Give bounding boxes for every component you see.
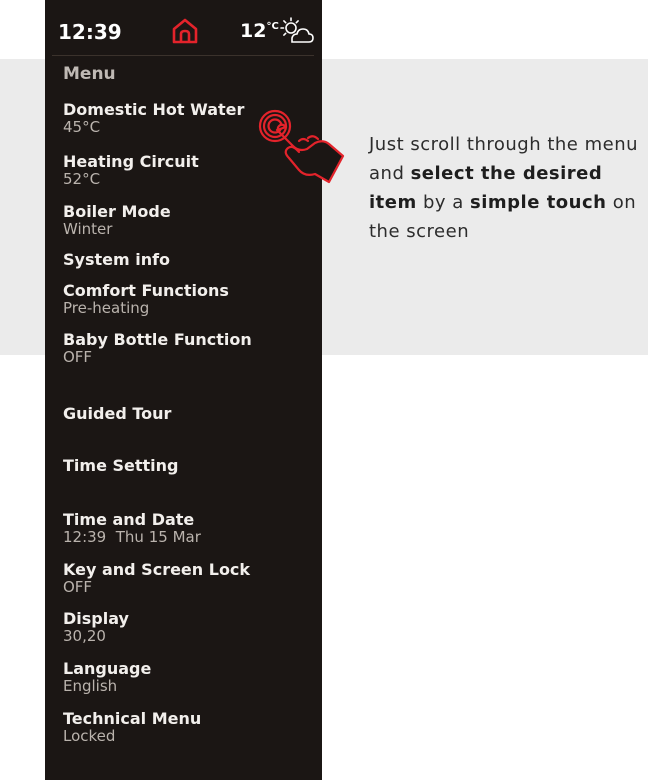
menu-item-time-setting[interactable]: Time Setting [63, 457, 313, 475]
menu-item-comfort-functions[interactable]: Comfort Functions Pre-heating [63, 281, 313, 317]
partly-cloudy-sun-icon [280, 17, 314, 43]
callout-emphasis-touch: simple touch [470, 192, 607, 213]
menu-item-label: System info [63, 250, 171, 269]
menu-item-system-info[interactable]: System info [63, 251, 313, 269]
menu-item-value: English [63, 677, 118, 695]
menu-item-label: Guided Tour [63, 404, 172, 423]
menu-item-value: OFF [63, 578, 93, 596]
menu-item-value: Pre-heating [63, 299, 150, 317]
menu-item-language[interactable]: Language English [63, 659, 313, 695]
menu-item-label: Language [63, 659, 152, 678]
status-divider [52, 55, 314, 56]
menu-title: Menu [63, 64, 116, 84]
menu-item-value: Locked [63, 727, 116, 745]
instruction-callout: Just scroll through the menu and select … [369, 130, 639, 246]
menu-item-guided-tour[interactable]: Guided Tour [63, 405, 313, 423]
menu-item-label: Display [63, 609, 129, 628]
menu-item-baby-bottle-function[interactable]: Baby Bottle Function OFF [63, 330, 313, 366]
home-icon[interactable] [170, 16, 200, 46]
menu-item-technical-menu[interactable]: Technical Menu Locked [63, 709, 313, 745]
menu-item-value: 12:39 Thu 15 Mar [63, 528, 201, 546]
menu-item-label: Baby Bottle Function [63, 330, 252, 349]
menu-item-display[interactable]: Display 30,20 [63, 609, 313, 645]
callout-text-2: by a [416, 192, 471, 213]
menu-item-value: 30,20 [63, 627, 106, 645]
menu-item-value: OFF [63, 348, 93, 366]
temperature-value: 12 [240, 20, 267, 42]
touch-hand-icon [258, 109, 345, 184]
menu-item-label: Time and Date [63, 510, 195, 529]
menu-item-label: Time Setting [63, 456, 179, 475]
menu-item-label: Key and Screen Lock [63, 560, 251, 579]
menu-item-label: Comfort Functions [63, 281, 229, 300]
status-clock: 12:39 [58, 20, 122, 44]
menu-item-time-and-date[interactable]: Time and Date 12:39 Thu 15 Mar [63, 510, 313, 546]
outdoor-temperature: 12°C [240, 20, 279, 42]
menu-item-boiler-mode[interactable]: Boiler Mode Winter [63, 202, 313, 238]
menu-item-label: Boiler Mode [63, 202, 171, 221]
menu-item-value: Winter [63, 220, 113, 238]
menu-item-key-and-screen-lock[interactable]: Key and Screen Lock OFF [63, 560, 313, 596]
menu-item-label: Technical Menu [63, 709, 202, 728]
